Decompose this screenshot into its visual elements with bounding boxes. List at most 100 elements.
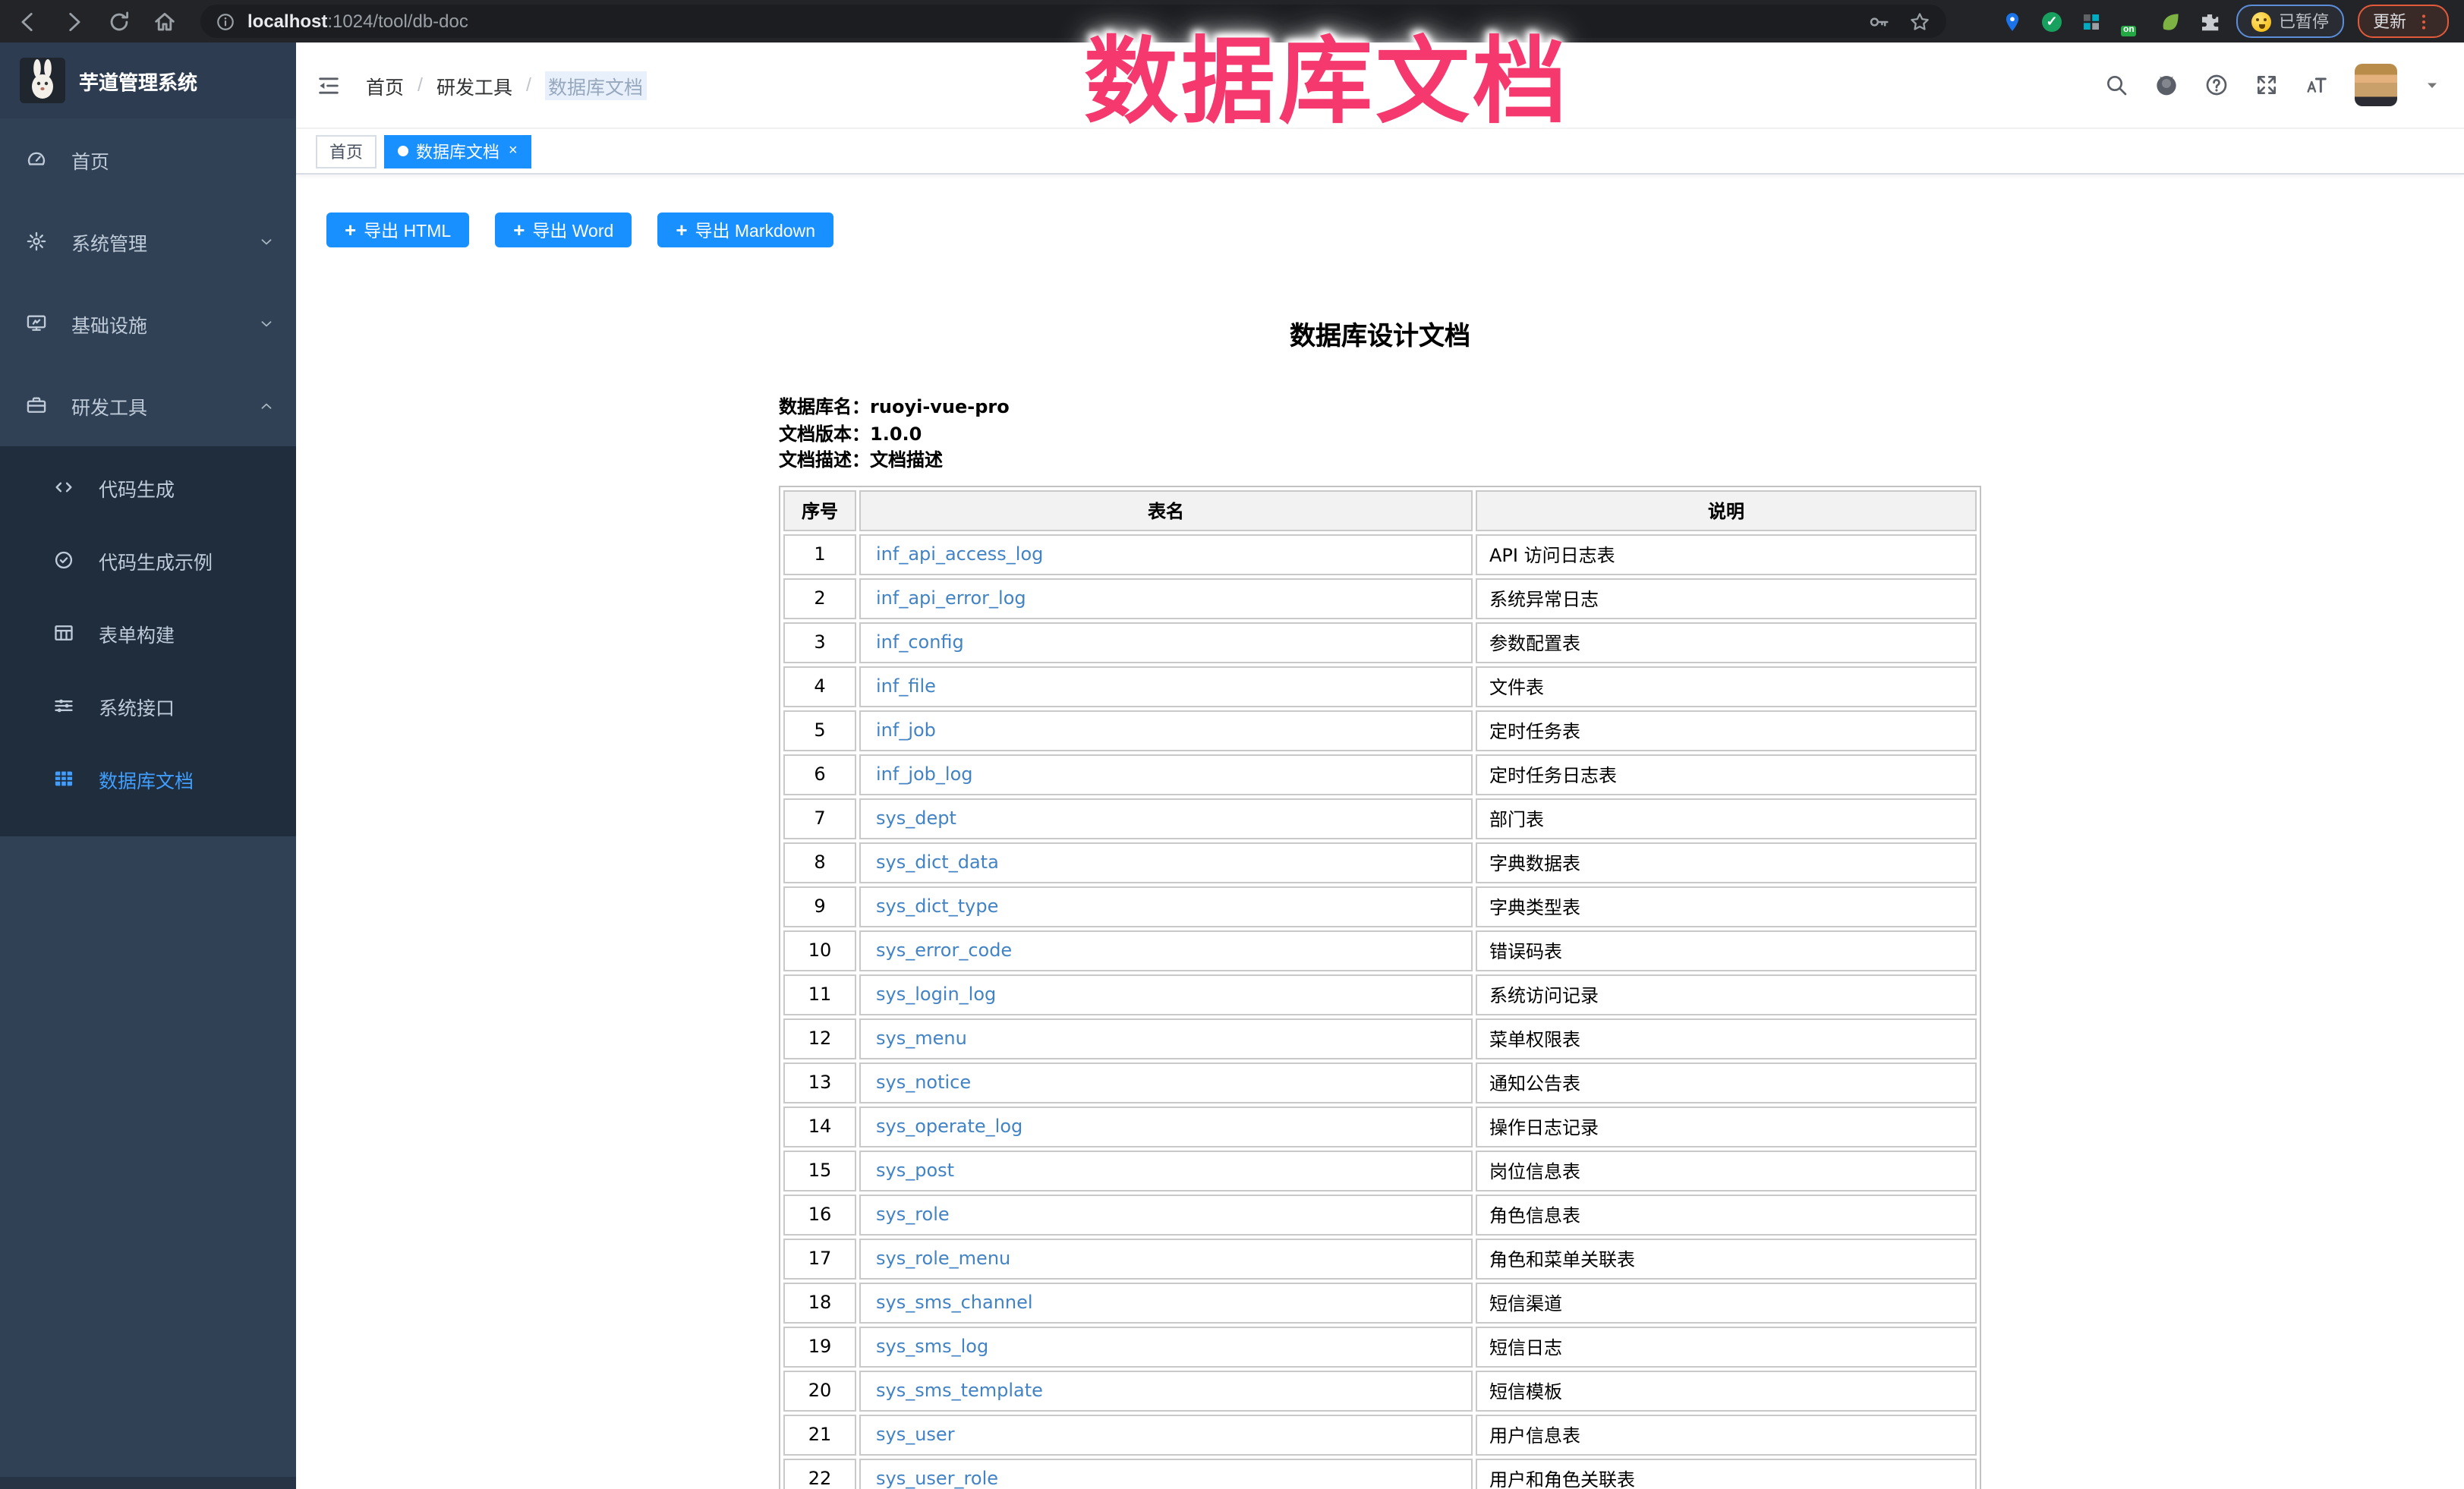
table-desc-cell: 操作日志记录 <box>1476 1106 1977 1147</box>
forward-icon[interactable] <box>61 8 87 34</box>
tampermonkey-extension-icon[interactable]: on <box>2119 10 2142 33</box>
table-name-link[interactable]: sys_sms_template <box>876 1380 1043 1401</box>
row-index-cell: 22 <box>783 1458 856 1489</box>
table-body: 1inf_api_access_logAPI 访问日志表2inf_api_err… <box>783 534 1977 1489</box>
table-name-link[interactable]: inf_job_log <box>876 763 973 785</box>
bookmark-star-icon[interactable] <box>1908 10 1931 33</box>
row-index-cell: 6 <box>783 754 856 795</box>
table-desc-cell: 定时任务日志表 <box>1476 754 1977 795</box>
export-button-2[interactable]: +导出 Word <box>495 212 632 247</box>
tab-1[interactable]: 首页 <box>316 134 377 168</box>
grid-extension-icon[interactable] <box>2080 10 2103 33</box>
orange-extension-icon[interactable] <box>1961 10 1984 33</box>
row-index-cell: 9 <box>783 886 856 927</box>
sidebar-item-3[interactable]: 基础设施 <box>0 282 296 364</box>
table-row: 8sys_dict_data字典数据表 <box>783 842 1977 883</box>
sidebar-item-4[interactable]: 研发工具 <box>0 364 296 446</box>
puzzle-extension-icon[interactable] <box>2198 10 2221 33</box>
sidebar-subitem-3[interactable]: 表单构建 <box>0 597 296 669</box>
home-icon[interactable] <box>152 8 178 34</box>
doc-meta-label: 文档描述： <box>779 449 870 471</box>
sidebar-menu: 首页系统管理基础设施研发工具代码生成代码生成示例表单构建系统接口数据库文档 <box>0 118 296 836</box>
reload-icon[interactable] <box>106 8 132 34</box>
leaf-extension-icon[interactable] <box>2159 10 2182 33</box>
check-extension-icon[interactable]: ✓ <box>2040 10 2063 33</box>
export-button-3[interactable]: +导出 Markdown <box>657 212 833 247</box>
app-logo[interactable]: 芋道管理系统 <box>0 42 296 118</box>
update-chip[interactable]: 更新 <box>2358 5 2449 38</box>
sidebar-subitem-4[interactable]: 系统接口 <box>0 669 296 742</box>
paused-chip[interactable]: 已暂停 <box>2236 5 2344 38</box>
table-name-cell: inf_job_log <box>859 754 1473 795</box>
table-name-link[interactable]: inf_config <box>876 631 964 653</box>
sidebar-item-2[interactable]: 系统管理 <box>0 200 296 282</box>
table-name-link[interactable]: sys_sms_channel <box>876 1292 1033 1313</box>
address-bar[interactable]: localhost:1024/tool/db-doc <box>200 5 1946 38</box>
sidebar-subitem-1[interactable]: 代码生成 <box>0 451 296 524</box>
user-avatar[interactable] <box>2355 64 2397 106</box>
back-icon[interactable] <box>15 8 41 34</box>
sidebar-subitem-2[interactable]: 代码生成示例 <box>0 524 296 597</box>
table-name-link[interactable]: inf_file <box>876 675 936 697</box>
table-header-cell: 序号 <box>783 490 856 530</box>
password-key-icon[interactable] <box>1867 10 1890 33</box>
export-button-1[interactable]: +导出 HTML <box>326 212 469 247</box>
search-icon[interactable] <box>2104 73 2128 97</box>
table-name-cell: inf_job <box>859 710 1473 751</box>
tab-close-icon[interactable]: × <box>509 143 518 159</box>
font-size-icon[interactable] <box>2305 73 2329 97</box>
sidebar-collapse-bar[interactable] <box>0 1477 296 1489</box>
db-doc: 数据库设计文档 数据库名：ruoyi-vue-pro文档版本：1.0.0文档描述… <box>779 314 1981 1489</box>
caret-down-icon[interactable] <box>2423 76 2441 94</box>
table-name-link[interactable]: sys_user <box>876 1424 955 1445</box>
pin-extension-icon[interactable] <box>2001 10 2024 33</box>
table-name-link[interactable]: sys_post <box>876 1160 954 1181</box>
table-name-link[interactable]: sys_role_menu <box>876 1248 1010 1269</box>
table-desc-cell: 短信渠道 <box>1476 1282 1977 1323</box>
top-navbar: 首页/研发工具/数据库文档 <box>296 42 2464 129</box>
doc-meta-line: 数据库名：ruoyi-vue-pro <box>779 395 1981 421</box>
chevron-down-icon <box>258 315 275 332</box>
tags-view-bar: 首页数据库文档× <box>296 129 2464 175</box>
table-name-link[interactable]: sys_user_role <box>876 1468 998 1489</box>
navbar-actions <box>2104 64 2441 106</box>
table-name-link[interactable]: sys_role <box>876 1204 950 1225</box>
table-desc-cell: 通知公告表 <box>1476 1062 1977 1103</box>
table-name-cell: inf_api_error_log <box>859 578 1473 619</box>
browser-menu-icon[interactable] <box>2414 11 2434 31</box>
site-info-icon[interactable] <box>216 11 235 31</box>
sidebar-item-1[interactable]: 首页 <box>0 118 296 200</box>
tab-2[interactable]: 数据库文档× <box>384 134 531 168</box>
github-icon[interactable] <box>2154 73 2179 97</box>
table-name-cell: sys_login_log <box>859 974 1473 1015</box>
sidebar: 芋道管理系统 首页系统管理基础设施研发工具代码生成代码生成示例表单构建系统接口数… <box>0 42 296 1489</box>
table-name-link[interactable]: sys_menu <box>876 1028 967 1049</box>
table-row: 11sys_login_log系统访问记录 <box>783 974 1977 1015</box>
question-icon[interactable] <box>2204 73 2229 97</box>
table-name-link[interactable]: sys_dept <box>876 807 956 829</box>
table-desc-cell: 部门表 <box>1476 798 1977 839</box>
table-name-link[interactable]: sys_notice <box>876 1072 971 1093</box>
table-name-link[interactable]: sys_dict_type <box>876 896 998 917</box>
doc-meta-label: 数据库名： <box>779 396 870 417</box>
table-name-link[interactable]: inf_job <box>876 719 936 741</box>
table-name-link[interactable]: inf_api_access_log <box>876 543 1043 565</box>
sidebar-fold-icon[interactable] <box>316 72 342 98</box>
breadcrumb-item[interactable]: 首页 <box>366 71 404 99</box>
table-name-link[interactable]: inf_api_error_log <box>876 587 1026 609</box>
plus-icon: + <box>513 220 525 240</box>
table-name-link[interactable]: sys_dict_data <box>876 852 999 873</box>
table-desc-cell: 字典类型表 <box>1476 886 1977 927</box>
dashboard-icon <box>26 149 47 170</box>
sidebar-subitem-label: 代码生成示例 <box>99 546 213 575</box>
table-name-link[interactable]: sys_sms_log <box>876 1336 988 1357</box>
fullscreen-icon[interactable] <box>2254 73 2279 97</box>
table-name-cell: sys_dict_data <box>859 842 1473 883</box>
breadcrumb-item[interactable]: 研发工具 <box>436 71 512 99</box>
table-name-link[interactable]: sys_login_log <box>876 984 996 1005</box>
table-row: 4inf_file文件表 <box>783 666 1977 707</box>
table-name-link[interactable]: sys_operate_log <box>876 1116 1022 1137</box>
sidebar-subitem-5[interactable]: 数据库文档 <box>0 742 296 815</box>
row-index-cell: 7 <box>783 798 856 839</box>
table-name-link[interactable]: sys_error_code <box>876 940 1012 961</box>
